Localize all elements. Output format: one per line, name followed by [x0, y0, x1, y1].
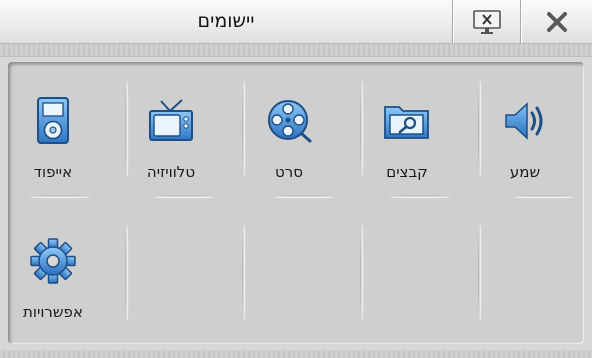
close-button[interactable]: [520, 0, 592, 43]
app-label: טלוויזיה: [146, 163, 196, 181]
separator: [390, 195, 450, 199]
display-x-icon: [473, 9, 501, 34]
app-tile-ipod[interactable]: אייפוד: [0, 70, 112, 192]
app-tile-audio[interactable]: שמע: [466, 70, 584, 192]
apps-panel: שמע קבצים סרט טלוויזיה אייפוד אפשרויות: [8, 62, 584, 344]
app-label: שמע: [509, 163, 541, 181]
app-label: אפשרויות: [23, 303, 83, 321]
separator: [125, 224, 129, 322]
app-label: אייפוד: [33, 163, 73, 181]
separator: [242, 80, 246, 178]
tv-icon: [146, 96, 196, 146]
speaker-icon: [500, 96, 550, 146]
close-x-icon: [547, 11, 567, 32]
film-reel-icon: [264, 96, 314, 146]
app-tile-options[interactable]: אפשרויות: [0, 210, 112, 332]
app-tile-movie[interactable]: סרט: [230, 70, 348, 192]
window-title: יישומים: [197, 10, 255, 32]
display-button[interactable]: [452, 0, 521, 43]
title-divider-strip: [0, 44, 592, 57]
separator: [478, 224, 482, 322]
separator: [514, 195, 574, 199]
separator: [30, 195, 90, 199]
app-tile-files[interactable]: קבצים: [348, 70, 466, 192]
separator: [154, 195, 214, 199]
title-bar: יישומים: [0, 0, 592, 44]
separator: [478, 80, 482, 178]
gear-icon: [28, 236, 78, 286]
folder-search-icon: [382, 96, 432, 146]
separator: [125, 80, 129, 178]
app-tile-tv[interactable]: טלוויזיה: [112, 70, 230, 192]
separator: [360, 80, 364, 178]
app-label: סרט: [275, 163, 303, 181]
separator: [360, 224, 364, 322]
separator: [242, 224, 246, 322]
app-label: קבצים: [386, 163, 428, 181]
ipod-icon: [28, 96, 78, 146]
bottom-strip: [0, 350, 592, 358]
separator: [274, 195, 334, 199]
